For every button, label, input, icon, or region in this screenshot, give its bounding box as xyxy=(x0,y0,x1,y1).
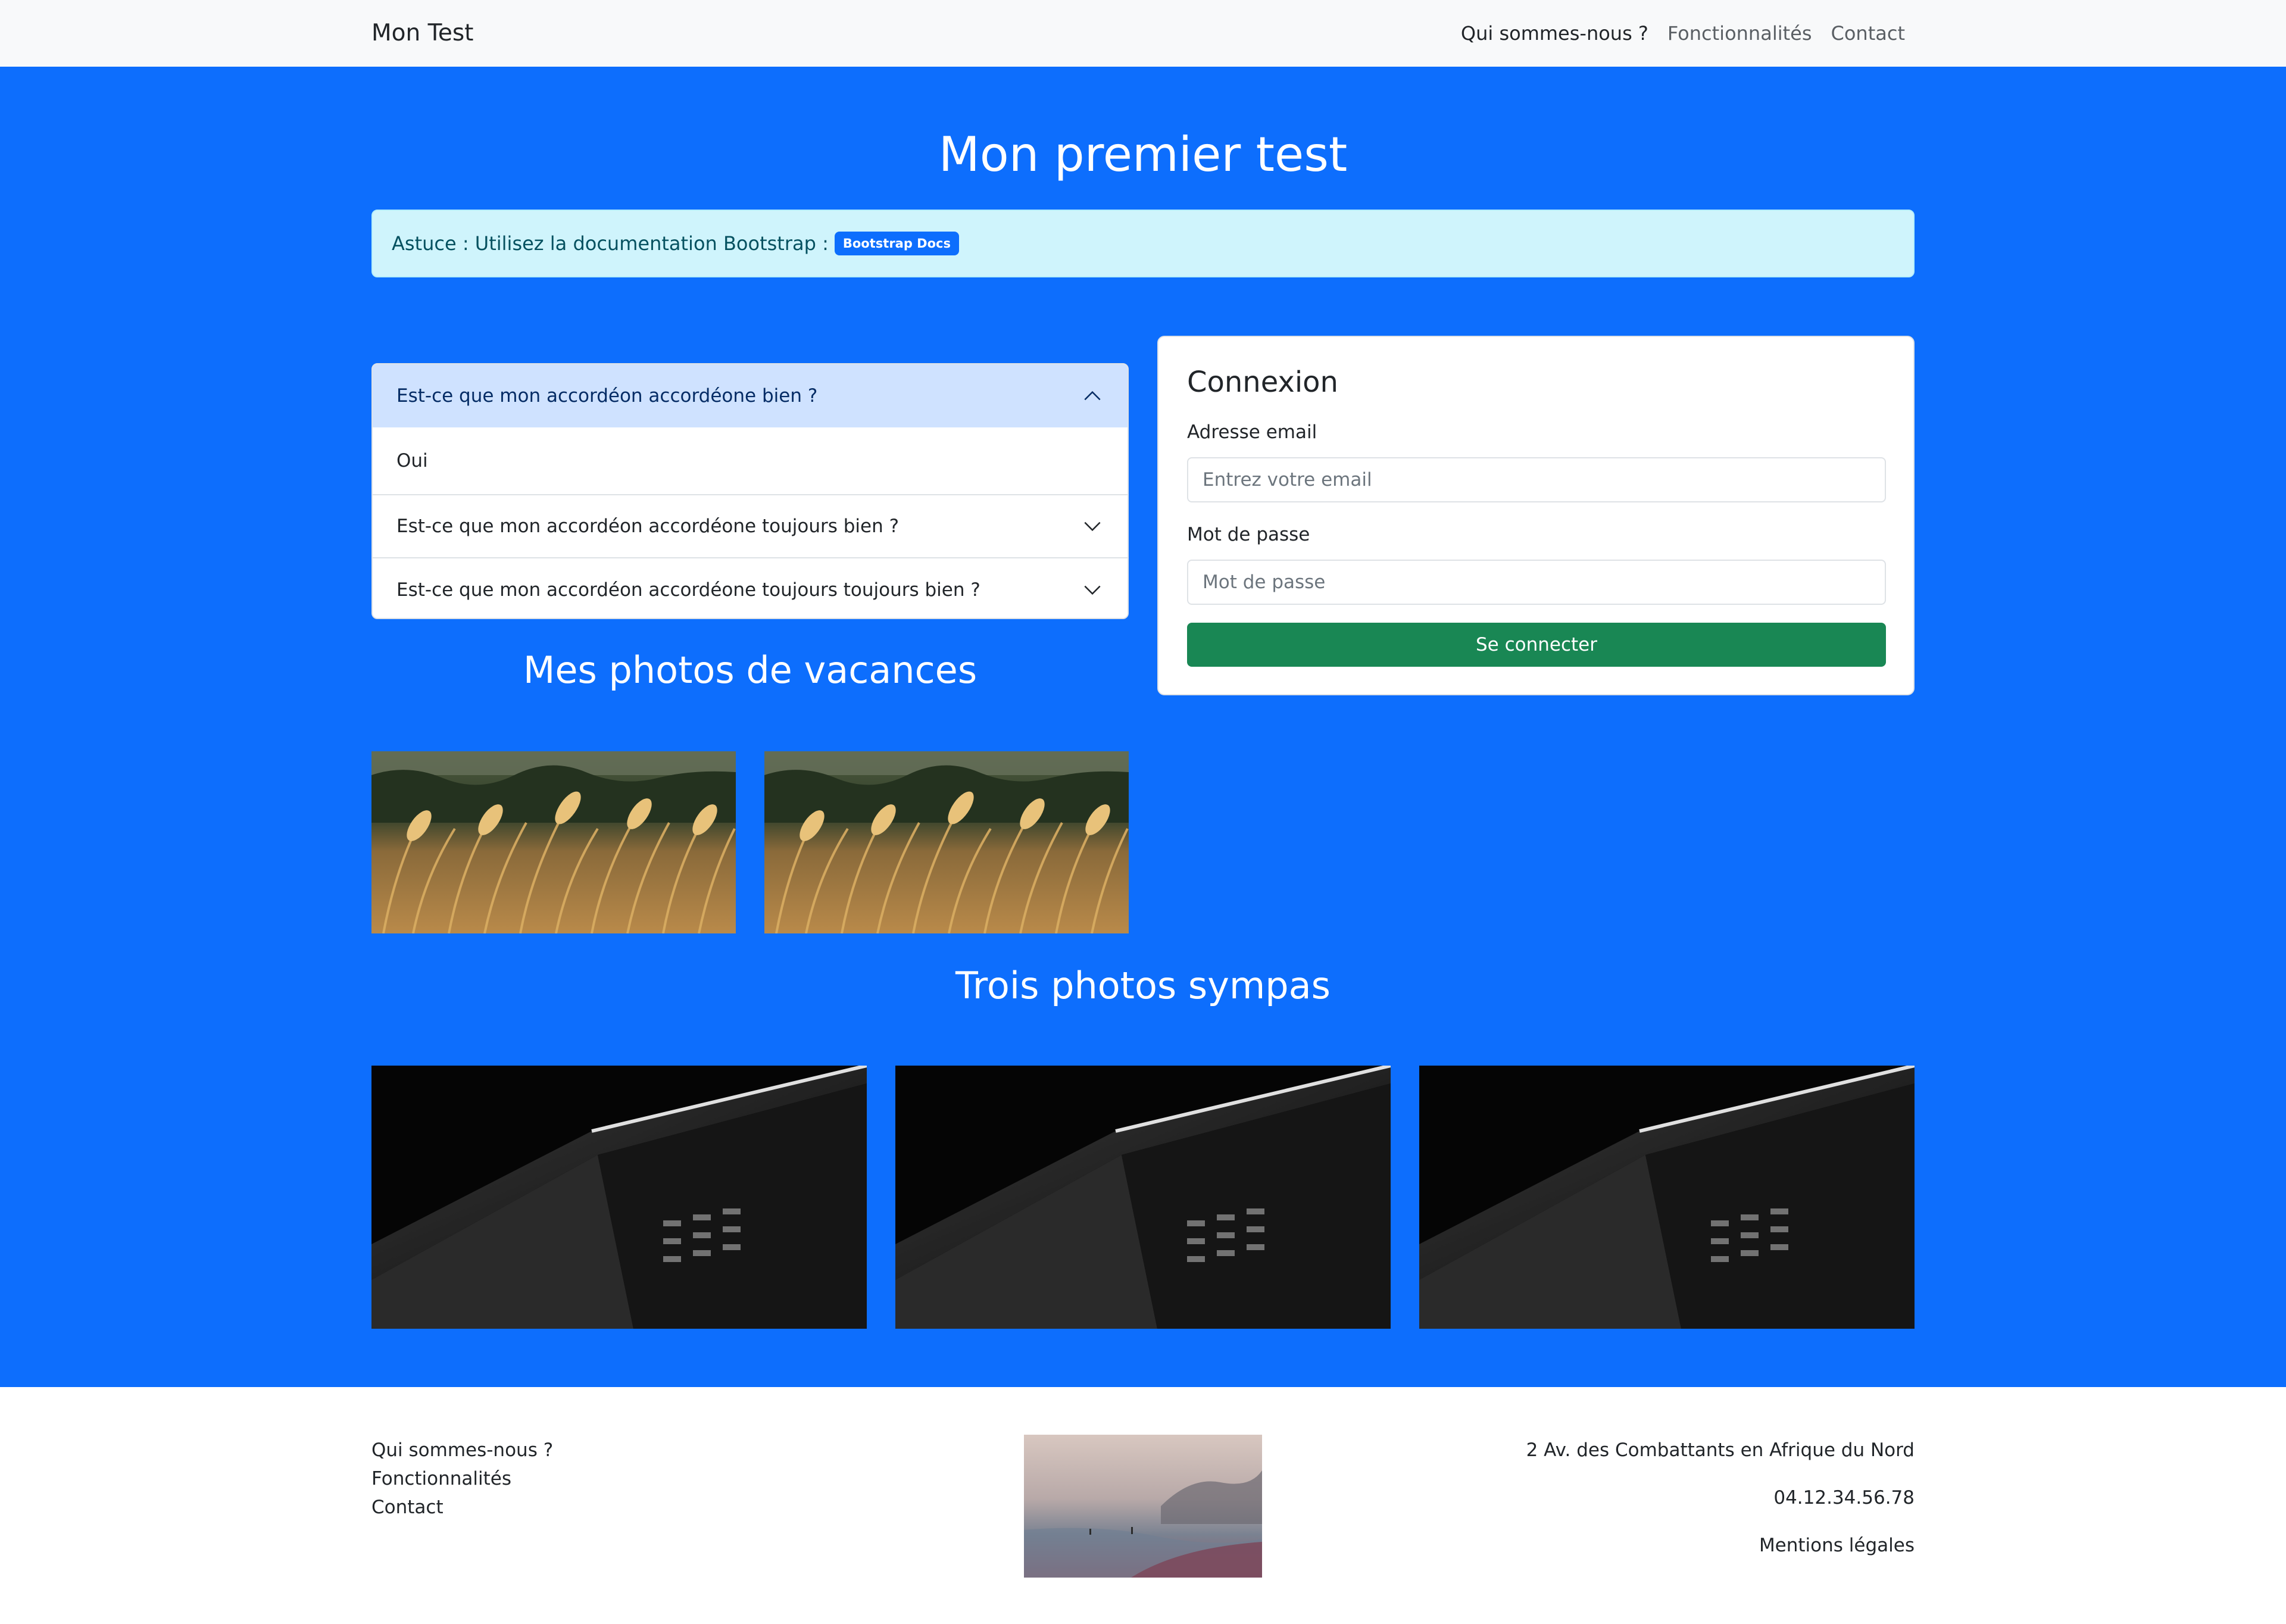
accordion-header-2[interactable]: Est-ce que mon accordéon accordéone touj… xyxy=(373,495,1128,558)
tip-alert-text: Astuce : Utilisez la documentation Boots… xyxy=(392,232,829,255)
faq-accordion: Est-ce que mon accordéon accordéone bien… xyxy=(371,363,1129,619)
building-image xyxy=(895,1066,1391,1329)
footer-address: 2 Av. des Combattants en Afrique du Nord xyxy=(1526,1439,1915,1461)
vacation-photo-1 xyxy=(371,751,736,933)
nav-link-qui-sommes-nous[interactable]: Qui sommes-nous ? xyxy=(1461,20,1648,46)
chevron-down-icon xyxy=(1081,515,1104,538)
footer-beach-photo xyxy=(1024,1435,1262,1578)
tip-alert: Astuce : Utilisez la documentation Boots… xyxy=(371,210,1915,277)
accordion-header-1[interactable]: Est-ce que mon accordéon accordéone bien… xyxy=(373,364,1128,427)
accordion-body-1: Oui xyxy=(373,427,1128,495)
footer-link-qui-sommes-nous[interactable]: Qui sommes-nous ? xyxy=(371,1436,553,1464)
accordion-question: Est-ce que mon accordéon accordéone touj… xyxy=(396,579,980,601)
wheat-field-image xyxy=(764,751,1129,933)
building-image xyxy=(371,1066,867,1329)
vacation-photo-2 xyxy=(764,751,1129,933)
navbar-brand[interactable]: Mon Test xyxy=(371,18,473,49)
accordion-header-3[interactable]: Est-ce que mon accordéon accordéone touj… xyxy=(373,558,1128,618)
architecture-photo-1 xyxy=(371,1066,867,1329)
page-title: Mon premier test xyxy=(938,127,1348,182)
trois-photos-title: Trois photos sympas xyxy=(955,964,1331,1007)
navbar: Mon Test Qui sommes-nous ? Fonctionnalit… xyxy=(0,0,2286,67)
architecture-photo-3 xyxy=(1419,1066,1915,1329)
login-button[interactable]: Se connecter xyxy=(1187,623,1886,667)
chevron-up-icon xyxy=(1081,385,1104,407)
main-section: Mon premier test Astuce : Utilisez la do… xyxy=(0,67,2286,1387)
nav-link-contact[interactable]: Contact xyxy=(1831,20,1906,46)
nav-link-fonctionnalites[interactable]: Fonctionnalités xyxy=(1667,20,1812,46)
navbar-links: Qui sommes-nous ? Fonctionnalités Contac… xyxy=(1461,20,1905,46)
building-image xyxy=(1419,1066,1915,1329)
beach-image xyxy=(1024,1435,1262,1578)
footer-link-fonctionnalites[interactable]: Fonctionnalités xyxy=(371,1464,553,1493)
bootstrap-docs-badge[interactable]: Bootstrap Docs xyxy=(834,232,959,255)
vacances-title: Mes photos de vacances xyxy=(523,648,978,692)
login-card: Connexion Adresse email Mot de passe Se … xyxy=(1157,336,1915,695)
wheat-field-image xyxy=(371,751,736,933)
accordion-question: Est-ce que mon accordéon accordéone bien… xyxy=(396,385,818,407)
accordion-question: Est-ce que mon accordéon accordéone touj… xyxy=(396,516,900,537)
password-field[interactable] xyxy=(1187,560,1886,605)
footer-legal-link[interactable]: Mentions légales xyxy=(1759,1535,1915,1556)
footer-link-contact[interactable]: Contact xyxy=(371,1493,553,1522)
footer-contact-info: 2 Av. des Combattants en Afrique du Nord… xyxy=(1526,1436,1915,1579)
login-title: Connexion xyxy=(1187,366,1338,399)
chevron-down-icon xyxy=(1081,579,1104,601)
email-field[interactable] xyxy=(1187,457,1886,502)
footer: Qui sommes-nous ? Fonctionnalités Contac… xyxy=(0,1387,2286,1624)
architecture-photo-2 xyxy=(895,1066,1391,1329)
password-label: Mot de passe xyxy=(1187,524,1310,545)
footer-links: Qui sommes-nous ? Fonctionnalités Contac… xyxy=(371,1436,553,1522)
footer-phone: 04.12.34.56.78 xyxy=(1773,1487,1915,1509)
email-label: Adresse email xyxy=(1187,421,1317,443)
